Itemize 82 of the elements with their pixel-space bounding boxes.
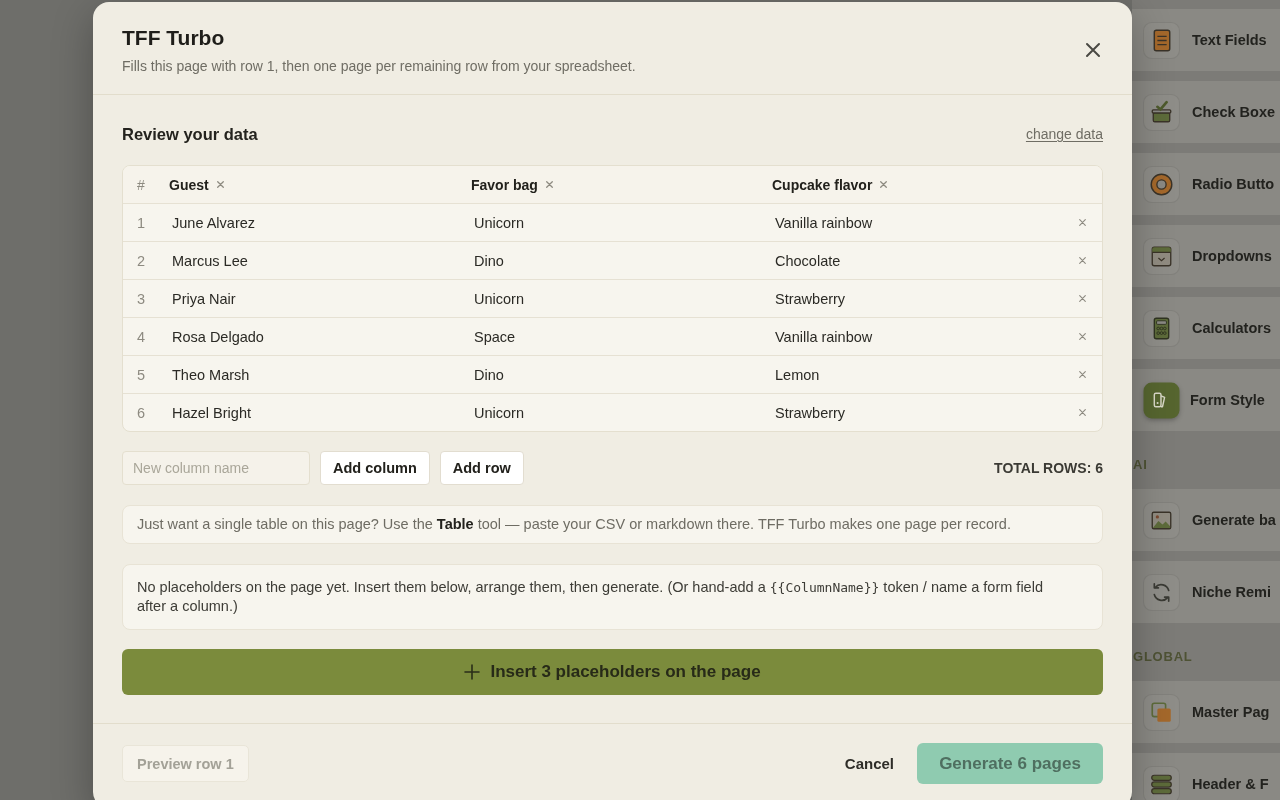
table-cell: Rosa Delgado — [172, 328, 264, 345]
sidebar-item[interactable]: Radio Butto — [1132, 153, 1280, 215]
sidebar-item[interactable]: Calculators — [1132, 297, 1280, 359]
close-icon — [1085, 42, 1101, 58]
column-header: Favor bag — [471, 176, 538, 193]
row-number: 4 — [137, 328, 146, 345]
table-cell: June Alvarez — [172, 214, 256, 231]
section-heading: Review your data — [122, 124, 258, 145]
remove-row-button[interactable] — [1076, 369, 1088, 380]
row-number: 3 — [137, 290, 146, 307]
column-header: Cupcake flavor — [772, 176, 873, 193]
sidebar-item[interactable]: Text Fields — [1132, 9, 1280, 71]
x-icon — [1078, 409, 1086, 416]
total-rows-label: TOTAL ROWS: 6 — [994, 460, 1103, 476]
remove-row-button[interactable] — [1076, 331, 1088, 342]
table-cell: Dino — [474, 366, 504, 383]
table-cell: Unicorn — [474, 404, 524, 421]
sidebar-item[interactable]: Check Boxe — [1132, 81, 1280, 143]
table-cell: Strawberry — [775, 290, 846, 307]
stacked-bars-icon — [1143, 765, 1180, 800]
new-column-input[interactable]: New column name — [122, 451, 310, 485]
remove-column-button[interactable] — [878, 179, 890, 190]
table-cell: Hazel Bright — [172, 404, 251, 421]
ring-icon — [1143, 165, 1180, 203]
remove-row-button[interactable] — [1076, 293, 1088, 304]
remove-row-button[interactable] — [1076, 255, 1088, 266]
x-icon — [1078, 257, 1086, 264]
dialog-subtitle: Fills this page with row 1, then one page per remaining row from your spreadsheet. — [122, 57, 636, 75]
add-row-button[interactable]: Add row — [439, 451, 524, 485]
row-number: 1 — [137, 214, 146, 231]
sidebar-item[interactable]: Form Style — [1132, 369, 1280, 431]
remove-column-button[interactable] — [214, 179, 226, 190]
basket-check-icon — [1143, 93, 1180, 131]
sidebar-item[interactable]: Niche Remi — [1132, 561, 1280, 623]
x-icon — [1078, 219, 1086, 226]
row-number: 5 — [137, 366, 146, 383]
row-number: 6 — [137, 404, 146, 421]
table-cell: Priya Nair — [172, 290, 236, 307]
refresh-icon — [1143, 573, 1180, 611]
sidebar-item[interactable]: Dropdowns — [1132, 225, 1280, 287]
x-icon — [545, 181, 553, 188]
x-icon — [1078, 333, 1086, 340]
column-header: Guest — [169, 176, 209, 193]
plus-icon — [464, 664, 481, 680]
table-cell: Lemon — [775, 366, 820, 383]
table-cell: Vanilla rainbow — [775, 214, 873, 231]
row-number: 2 — [137, 252, 146, 269]
change-data-link[interactable]: change data — [1025, 126, 1103, 142]
insert-placeholders-button[interactable]: Insert 3 placeholders on the page — [122, 649, 1103, 695]
tip-note: Just want a single table on this page? Use the Table tool — paste your CSV or markdown there. TFF Turbo makes one page per record. — [122, 505, 1103, 544]
table-cell: Unicorn — [474, 290, 524, 307]
sidebar-item[interactable]: Master Pag — [1132, 681, 1280, 743]
calculator-icon — [1143, 309, 1180, 347]
table-cell: Space — [474, 328, 516, 345]
column-header: # — [137, 176, 145, 193]
table-cell: Theo Marsh — [172, 366, 250, 383]
section-heading: AI — [1133, 457, 1148, 473]
dialog-title: TFF Turbo — [122, 25, 226, 51]
sidebar-item[interactable]: Generate ba — [1132, 489, 1280, 551]
table-cell: Marcus Lee — [172, 252, 248, 269]
stacked-squares-icon — [1143, 693, 1180, 731]
x-icon — [1078, 371, 1086, 378]
sidebar-item[interactable]: Header & F — [1132, 753, 1280, 800]
x-icon — [880, 181, 888, 188]
section-heading: GLOBAL — [1133, 649, 1193, 665]
document-icon — [1143, 21, 1180, 59]
table-cell: Strawberry — [775, 404, 846, 421]
x-icon — [216, 181, 224, 188]
remove-row-button[interactable] — [1076, 407, 1088, 418]
table-cell: Unicorn — [474, 214, 524, 231]
remove-column-button[interactable] — [543, 179, 555, 190]
table-cell: Dino — [474, 252, 504, 269]
remove-row-button[interactable] — [1076, 217, 1088, 228]
status-note: No placeholders on the page yet. Insert them below, arrange them, then generate. (Or hand-add a {{ColumnName}} token / name a form field after a column.) — [122, 564, 1103, 630]
table-cell: Vanilla rainbow — [775, 328, 873, 345]
add-column-button[interactable]: Add column — [320, 451, 430, 485]
swatches-icon — [1143, 381, 1180, 419]
image-icon — [1143, 501, 1180, 539]
table-cell: Chocolate — [775, 252, 841, 269]
window-chevron-icon — [1143, 237, 1180, 275]
cancel-button[interactable]: Cancel — [832, 743, 906, 784]
x-icon — [1078, 295, 1086, 302]
